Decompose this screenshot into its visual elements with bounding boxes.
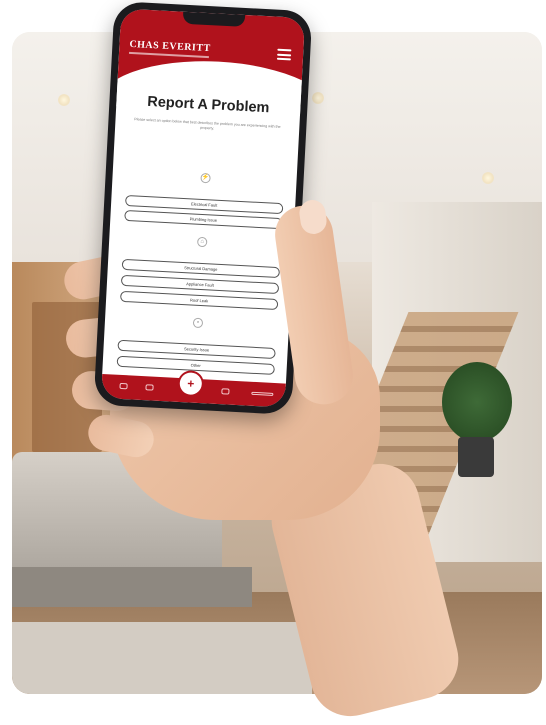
plus-icon: + — [186, 376, 195, 391]
rug — [12, 622, 312, 694]
ceiling-light — [58, 94, 70, 106]
plant-pot — [458, 437, 494, 477]
ceiling-light — [482, 172, 494, 184]
house-icon: ⌂ — [196, 236, 208, 248]
home-icon[interactable] — [119, 382, 128, 390]
smartphone: CHAS EVERITT Report A Problem Please sel… — [93, 1, 313, 415]
menu-icon[interactable] — [276, 48, 292, 61]
option-button[interactable]: Other — [116, 355, 275, 375]
sofa-base — [12, 567, 252, 607]
wrench-icon[interactable] — [145, 384, 154, 391]
ceiling-light — [312, 92, 324, 104]
page-description: Please select an option below that best … — [134, 117, 281, 131]
lock-icon: • — [192, 317, 204, 329]
profile-icon[interactable] — [251, 391, 274, 396]
potted-plant — [442, 362, 512, 442]
calendar-icon[interactable] — [221, 388, 230, 395]
phone-screen: CHAS EVERITT Report A Problem Please sel… — [100, 8, 306, 408]
option-button[interactable]: Roof Leak — [119, 290, 279, 311]
plug-icon: ⚡ — [200, 172, 211, 184]
